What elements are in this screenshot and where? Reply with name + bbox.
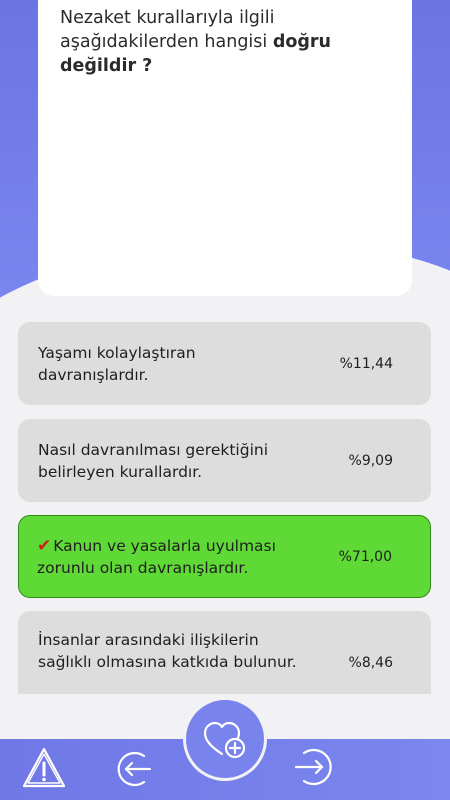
answer-text: Kanun ve yasalarla uyulması zorunlu olan…	[37, 536, 276, 577]
arrow-left-circle-icon[interactable]	[114, 748, 156, 790]
answer-text: İnsanlar arasındaki ilişkilerin sağlıklı…	[38, 631, 297, 671]
answer-option-4[interactable]: İnsanlar arasındaki ilişkilerin sağlıklı…	[18, 611, 431, 694]
answer-percent: %9,09	[348, 452, 393, 469]
answer-percent: %11,44	[339, 355, 393, 372]
favorite-button[interactable]	[186, 700, 264, 778]
warning-triangle-icon[interactable]	[20, 744, 68, 792]
answer-percent: %8,46	[348, 655, 393, 671]
answer-percent: %71,00	[338, 548, 392, 565]
answer-text-wrapper: ✔ Kanun ve yasalarla uyulması zorunlu ola…	[37, 535, 317, 579]
answer-option-2[interactable]: Nasıl davranılması gerektiğini belirleye…	[18, 419, 431, 502]
checkmark-icon: ✔	[37, 535, 52, 556]
heart-plus-icon	[202, 720, 248, 760]
answer-option-1[interactable]: Yaşamı kolaylaştıran davranışlardır. %11…	[18, 322, 431, 405]
answer-text: Yaşamı kolaylaştıran davranışlardır.	[38, 343, 196, 384]
answer-option-3-correct[interactable]: ✔ Kanun ve yasalarla uyulması zorunlu ola…	[18, 515, 431, 598]
answer-list: Yaşamı kolaylaştıran davranışlardır. %11…	[0, 0, 450, 694]
arrow-right-circle-icon[interactable]	[292, 744, 338, 790]
answer-text: Nasıl davranılması gerektiğini belirleye…	[38, 440, 269, 481]
